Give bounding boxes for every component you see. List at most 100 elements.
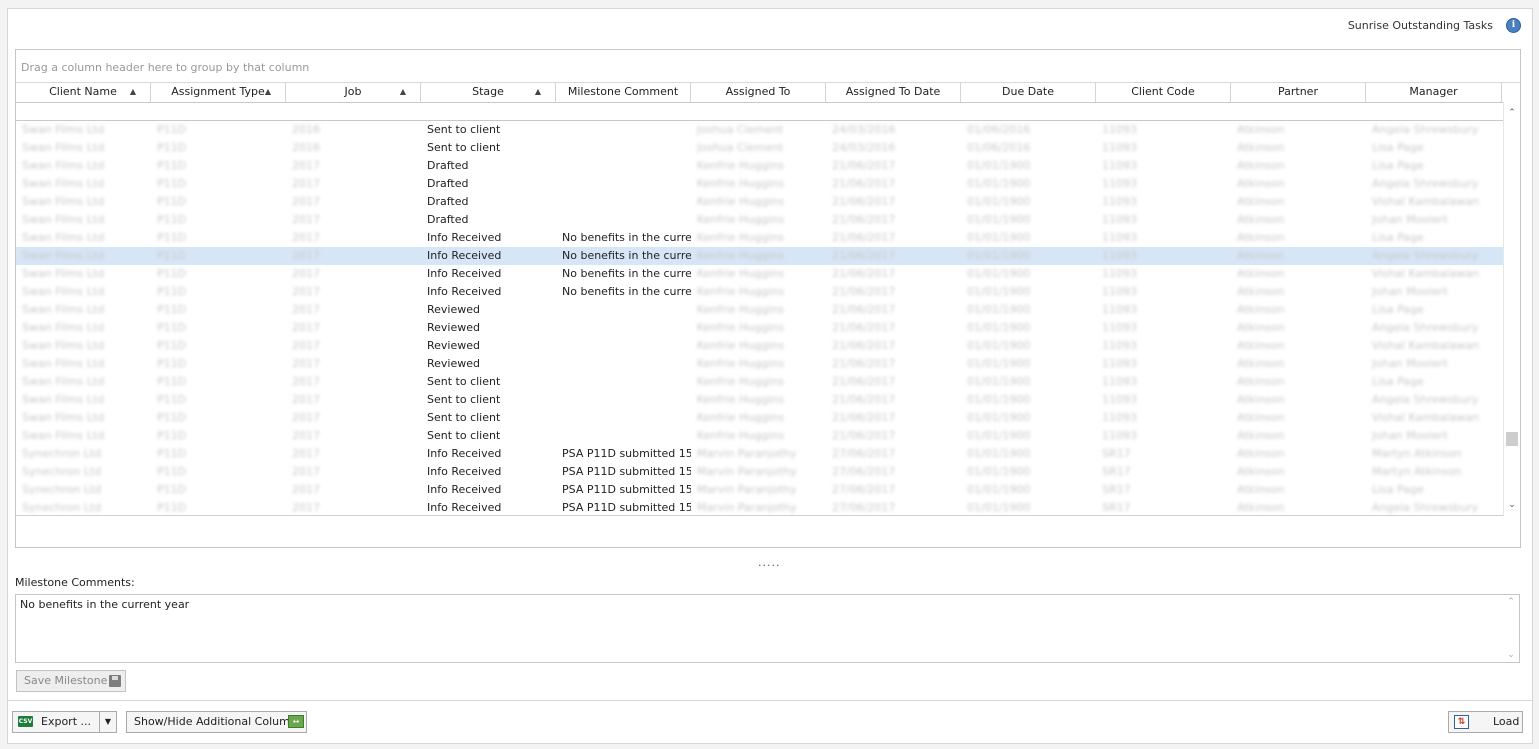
- table-cell: 01/01/1900: [967, 483, 1031, 496]
- table-row[interactable]: Swan Films Ltd P11D 2017 Info Received No be…: [16, 229, 1504, 247]
- table-row[interactable]: Swan Films Ltd P11D 2017 Sent to client Kenf…: [16, 427, 1504, 445]
- table-row[interactable]: Swan Films Ltd P11D 2017 Drafted Kenfrie Hug…: [16, 211, 1504, 229]
- milestone-comments-textarea[interactable]: No benefits in the current year ⌃ ⌄: [15, 594, 1520, 663]
- scroll-down-icon[interactable]: ⌄: [1504, 498, 1520, 512]
- table-cell: 2017: [292, 483, 320, 496]
- table-cell: Swan Films Ltd: [22, 285, 105, 298]
- table-row[interactable]: Swan Films Ltd P11D 2017 Drafted Kenfrie Hug…: [16, 193, 1504, 211]
- table-cell: P11D: [157, 357, 187, 370]
- table-row[interactable]: Swan Films Ltd P11D 2016 Sent to client Josh…: [16, 121, 1504, 139]
- show-hide-columns-button[interactable]: Show/Hide Additional Columns ↔: [126, 711, 307, 733]
- table-cell: Atkinson: [1237, 141, 1285, 154]
- save-milestone-button[interactable]: Save Milestone: [16, 670, 126, 692]
- export-button[interactable]: CSV Export ...: [12, 711, 100, 733]
- table-row[interactable]: Swan Films Ltd P11D 2017 Drafted Kenfrie Hug…: [16, 175, 1504, 193]
- table-row[interactable]: Swan Films Ltd P11D 2017 Info Received No be…: [16, 265, 1504, 283]
- table-cell: Drafted: [427, 213, 469, 226]
- table-cell: Synechron Ltd: [22, 447, 102, 460]
- table-cell: Lisa Page: [1372, 483, 1424, 496]
- table-row[interactable]: Swan Films Ltd P11D 2017 Info Received No be…: [16, 247, 1504, 265]
- table-cell: Kenfrie Huggins: [697, 177, 785, 190]
- table-cell: Kenfrie Huggins: [697, 285, 785, 298]
- table-row[interactable]: Synechron Ltd P11D 2017 Info Received PSA P1…: [16, 445, 1504, 463]
- filter-row[interactable]: [16, 102, 1504, 121]
- table-cell: Vishal Kambalawan: [1372, 267, 1480, 280]
- column-header-label: Client Name: [49, 85, 117, 98]
- table-cell: PSA P11D submitted 15/…: [562, 501, 691, 514]
- table-cell: Atkinson: [1237, 339, 1285, 352]
- table-cell: 27/06/2017: [832, 465, 896, 478]
- table-row[interactable]: Swan Films Ltd P11D 2017 Reviewed Kenfrie Hu…: [16, 355, 1504, 373]
- column-header-label: Job: [344, 85, 362, 98]
- table-cell: Angela Shrewsbury: [1372, 249, 1479, 262]
- table-row[interactable]: Synechron Ltd P11D 2017 Info Received PSA P1…: [16, 463, 1504, 481]
- table-cell: 01/01/1900: [967, 393, 1031, 406]
- scroll-down-icon[interactable]: ⌄: [1503, 650, 1519, 660]
- table-cell: P11D: [157, 303, 187, 316]
- table-cell: P11D: [157, 429, 187, 442]
- load-button[interactable]: ⇅ Load: [1448, 711, 1523, 733]
- table-cell: P11D: [157, 123, 187, 136]
- panel-splitter[interactable]: .....: [758, 556, 780, 569]
- table-row[interactable]: Synechron Ltd P11D 2017 Info Received PSA P1…: [16, 481, 1504, 499]
- column-header[interactable]: Partner: [1231, 83, 1366, 102]
- table-cell: Swan Films Ltd: [22, 159, 105, 172]
- table-cell: P11D: [157, 249, 187, 262]
- table-row[interactable]: Swan Films Ltd P11D 2017 Drafted Kenfrie Hug…: [16, 157, 1504, 175]
- vertical-scrollbar[interactable]: ⌃ ⌄: [1503, 102, 1520, 516]
- table-row[interactable]: Swan Films Ltd P11D 2017 Reviewed Kenfrie Hu…: [16, 301, 1504, 319]
- table-cell: Lisa Page: [1372, 231, 1424, 244]
- column-header[interactable]: Due Date: [961, 83, 1096, 102]
- scroll-up-icon[interactable]: ⌃: [1503, 597, 1519, 607]
- column-header[interactable]: Assigned To: [691, 83, 826, 102]
- table-cell: [556, 121, 691, 139]
- column-header-label: Assigned To: [725, 85, 791, 98]
- column-header[interactable]: Client Code: [1096, 83, 1231, 102]
- table-cell: P11D: [157, 483, 187, 496]
- table-cell: 01/01/1900: [967, 375, 1031, 388]
- column-header[interactable]: Assigned To Date: [826, 83, 961, 102]
- table-row[interactable]: Synechron Ltd P11D 2017 Info Received PSA P1…: [16, 499, 1504, 516]
- table-cell: Kenfrie Huggins: [697, 393, 785, 406]
- floppy-disk-icon: [109, 675, 121, 687]
- column-header[interactable]: Milestone Comment: [556, 83, 691, 102]
- table-cell: 11093: [1102, 339, 1137, 352]
- table-cell: 01/01/1900: [967, 303, 1031, 316]
- table-row[interactable]: Swan Films Ltd P11D 2017 Info Received No be…: [16, 283, 1504, 301]
- table-cell: [556, 355, 691, 373]
- table-row[interactable]: Swan Films Ltd P11D 2017 Reviewed Kenfrie Hu…: [16, 319, 1504, 337]
- table-cell: 2017: [292, 501, 320, 514]
- table-cell: 21/06/2017: [832, 159, 896, 172]
- column-header[interactable]: Client Name ▲: [16, 83, 151, 102]
- table-cell: Marvin Paranjothy: [697, 483, 797, 496]
- column-header[interactable]: Manager: [1366, 83, 1502, 102]
- info-icon[interactable]: i: [1506, 18, 1521, 33]
- column-header[interactable]: Job ▲: [286, 83, 421, 102]
- table-cell: P11D: [157, 159, 187, 172]
- footer-divider: [7, 700, 1532, 701]
- table-row[interactable]: Swan Films Ltd P11D 2017 Reviewed Kenfrie Hu…: [16, 337, 1504, 355]
- table-row[interactable]: Swan Films Ltd P11D 2017 Sent to client Kenf…: [16, 391, 1504, 409]
- table-cell: 01/01/1900: [967, 249, 1031, 262]
- table-cell: P11D: [157, 267, 187, 280]
- table-cell: Synechron Ltd: [22, 501, 102, 514]
- table-row[interactable]: Swan Films Ltd P11D 2017 Sent to client Kenf…: [16, 409, 1504, 427]
- table-cell: Angela Shrewsbury: [1372, 321, 1479, 334]
- group-by-panel[interactable]: Drag a column header here to group by th…: [16, 50, 1520, 83]
- table-cell: Atkinson: [1237, 123, 1285, 136]
- milestone-scrollbar[interactable]: ⌃ ⌄: [1503, 595, 1519, 662]
- export-dropdown-button[interactable]: ▼: [99, 711, 117, 733]
- table-cell: 2017: [292, 195, 320, 208]
- table-cell: Atkinson: [1237, 357, 1285, 370]
- column-header[interactable]: Stage ▲: [421, 83, 556, 102]
- scroll-up-icon[interactable]: ⌃: [1504, 106, 1520, 120]
- column-header[interactable]: Assignment Type ▲: [151, 83, 286, 102]
- table-cell: 2017: [292, 249, 320, 262]
- table-cell: Angela Shrewsbury: [1372, 177, 1479, 190]
- table-row[interactable]: Swan Films Ltd P11D 2016 Sent to client Josh…: [16, 139, 1504, 157]
- scroll-thumb[interactable]: [1506, 432, 1518, 446]
- table-row[interactable]: Swan Films Ltd P11D 2017 Sent to client Kenf…: [16, 373, 1504, 391]
- table-cell: Atkinson: [1237, 285, 1285, 298]
- table-cell: 21/06/2017: [832, 285, 896, 298]
- table-cell: [556, 301, 691, 319]
